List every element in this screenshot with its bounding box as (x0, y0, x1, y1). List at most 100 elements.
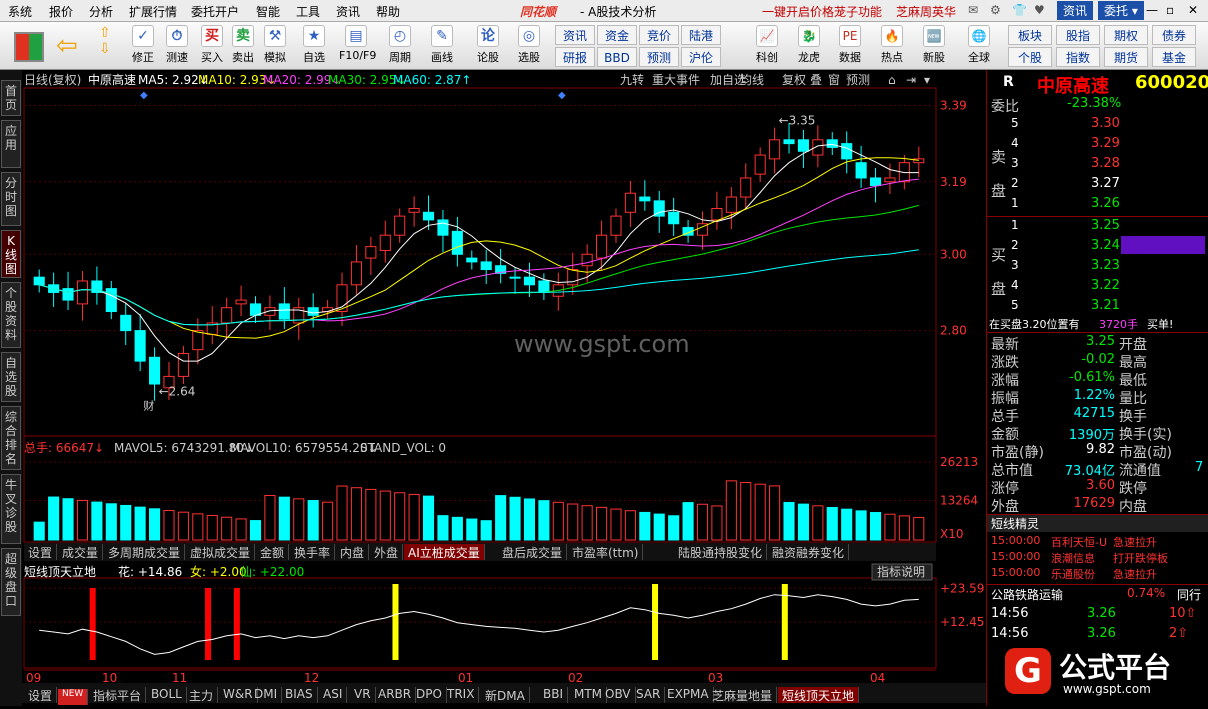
bottom-tab-18[interactable]: EXPMA (663, 687, 714, 703)
layout-grid-icon[interactable] (14, 32, 44, 62)
bottom-tab-7[interactable]: BIAS (281, 687, 318, 703)
toolbar-button-5[interactable]: ★ 自选 (297, 24, 331, 68)
toolbar-button-8[interactable]: ✎ 画线 (425, 24, 459, 68)
left-tab-0[interactable]: 首 页 (1, 80, 21, 116)
volume-tab-6[interactable]: 内盘 (336, 544, 370, 560)
volume-tab-1[interactable]: 成交量 (58, 544, 104, 560)
promo-link-a[interactable]: 一键开启价格茏子功能 (762, 3, 882, 20)
menu-item-4[interactable]: 委托开户 (191, 3, 239, 20)
kline-button-4[interactable]: 复权 (782, 73, 806, 87)
volume-tab-4[interactable]: 金额 (256, 544, 290, 560)
toolbar-small-4[interactable]: 研报 (555, 47, 595, 67)
toolbar-right-2[interactable]: 期权 (1104, 25, 1148, 45)
event-marker-icon[interactable]: ◆ (140, 90, 148, 101)
bottom-tab-4[interactable]: 主力 (185, 687, 219, 703)
bid-price-1[interactable]: 3.25 (1091, 218, 1120, 233)
bottom-tab-9[interactable]: VR (350, 687, 376, 703)
toolbar-button-0[interactable]: ✓ 修正 (126, 24, 160, 68)
bottom-tab-13[interactable]: 新DMA (481, 687, 530, 703)
up-down-arrows-icon[interactable]: ⇧ (99, 26, 111, 40)
jingling-stock-1[interactable]: 浪潮信息 (1051, 550, 1095, 566)
volume-tab-3[interactable]: 虚拟成交量 (186, 544, 256, 560)
bottom-tab-10[interactable]: ARBR (374, 687, 417, 703)
left-tab-7[interactable]: 牛 叉 诊 股 (1, 474, 21, 544)
kline-button-1[interactable]: 重大事件 (652, 73, 700, 87)
trade-button[interactable]: 委托 ▾ (1098, 1, 1144, 20)
back-arrow-icon[interactable]: ⇦ (56, 32, 84, 60)
kline-button-6[interactable]: 窗 (828, 73, 840, 87)
bottom-tab-8[interactable]: ASI (319, 687, 348, 703)
left-tab-1[interactable]: 应 用 (1, 120, 21, 168)
toolbar-button-3[interactable]: 卖卖出 (226, 24, 260, 68)
promo-link-b[interactable]: 芝麻周英华 (896, 3, 956, 20)
bid-price-3[interactable]: 3.23 (1091, 258, 1120, 273)
volume-tab-5[interactable]: 换手率 (290, 544, 336, 560)
volume-tab-2[interactable]: 多周期成交量 (104, 544, 186, 560)
kline-button-7[interactable]: 预测 (846, 73, 870, 87)
toolbar-right-1[interactable]: 股指 (1056, 25, 1100, 45)
toolbar-button-4[interactable]: ⚒ 模拟 (258, 24, 292, 68)
toolbar-right-0[interactable]: 板块 (1008, 25, 1052, 45)
kline-button-0[interactable]: 九转 (620, 72, 644, 87)
volume-tab-12[interactable]: 融资融券变化 (768, 544, 850, 560)
bottom-tab-2[interactable]: 指标平台 (89, 687, 147, 703)
bottom-tab-19[interactable]: 芝麻量地量 (708, 687, 778, 703)
bottom-tab-0[interactable]: 设置 (24, 687, 58, 703)
toolbar2-button-4[interactable]: 🆕 新股 (917, 24, 951, 68)
mail-icon[interactable]: ✉ (968, 3, 978, 17)
left-tab-4[interactable]: 个 股 资 料 (1, 282, 21, 348)
jingling-stock-2[interactable]: 乐通股份 (1051, 566, 1095, 582)
toolbar-right-4[interactable]: 个股 (1008, 47, 1052, 67)
bottom-tab-16[interactable]: OBV (601, 687, 636, 703)
event-marker-icon[interactable]: ◆ (558, 90, 566, 101)
toolbar-right-5[interactable]: 指数 (1056, 47, 1100, 67)
close-icon[interactable]: ✕ (1188, 3, 1198, 17)
kline-button-3[interactable]: 均线 (740, 73, 764, 87)
toolbar-right-7[interactable]: 基金 (1152, 47, 1196, 67)
toolbar-right-6[interactable]: 期货 (1104, 47, 1148, 67)
menu-item-7[interactable]: 资讯 (336, 3, 360, 20)
sector-same[interactable]: 同行 (1177, 586, 1201, 603)
left-tab-8[interactable]: 超 级 盘 口 (1, 548, 21, 616)
ask-price-3[interactable]: 3.28 (1091, 156, 1120, 171)
menu-item-5[interactable]: 智能 (256, 3, 280, 20)
kline-button-5[interactable]: 叠 (810, 73, 822, 87)
left-tab-5[interactable]: 自 选 股 (1, 352, 21, 402)
toolbar-small-2[interactable]: 竞价 (639, 25, 679, 45)
bottom-tab-12[interactable]: TRIX (443, 687, 480, 703)
volume-tab-7[interactable]: 外盘 (370, 544, 404, 560)
menu-item-1[interactable]: 报价 (49, 3, 73, 20)
left-tab-3[interactable]: K 线 图 (1, 230, 21, 278)
ask-price-5[interactable]: 3.30 (1091, 116, 1120, 131)
pin-icon[interactable]: ⇥ (906, 73, 916, 87)
jingling-title[interactable]: 短线精灵 (987, 514, 1208, 532)
toolbar-small-7[interactable]: 沪伦 (681, 47, 721, 67)
bottom-tab-20[interactable]: 短线顶天立地 (778, 687, 860, 703)
volume-tab-10[interactable]: 市盈率(ttm) (568, 544, 644, 560)
bid-price-5[interactable]: 3.21 (1091, 298, 1120, 313)
toolbar-button-9[interactable]: 论论股 (471, 24, 505, 68)
bottom-tab-3[interactable]: BOLL (147, 687, 187, 703)
toolbar-button-10[interactable]: ◎ 选股 (512, 24, 546, 68)
favorite-icon[interactable]: ♥ (1034, 3, 1045, 17)
down-arrow-icon[interactable]: ⇩ (99, 42, 111, 56)
menu-item-0[interactable]: 系统 (8, 3, 32, 20)
volume-tab-9[interactable]: 盘后成交量 (498, 544, 568, 560)
menu-item-8[interactable]: 帮助 (376, 3, 400, 20)
toolbar2-button-2[interactable]: PE 数据 (833, 24, 867, 68)
ask-price-4[interactable]: 3.29 (1091, 136, 1120, 151)
toolbar2-button-0[interactable]: 📈 科创 (750, 24, 784, 68)
minimize-icon[interactable]: — (1146, 3, 1158, 17)
toolbar-small-0[interactable]: 资讯 (555, 25, 595, 45)
toolbar-button-1[interactable]: ⏱ 测速 (160, 24, 194, 68)
skin-icon[interactable]: 👕 (1012, 3, 1027, 17)
toolbar-small-1[interactable]: 资金 (597, 25, 637, 45)
dropdown-icon[interactable]: ▾ (924, 73, 930, 87)
toolbar-button-2[interactable]: 买买入 (195, 24, 229, 68)
bid-price-2[interactable]: 3.24 (1091, 238, 1120, 253)
menu-item-2[interactable]: 分析 (89, 3, 113, 20)
left-tab-2[interactable]: 分 时 图 (1, 172, 21, 226)
settings-icon[interactable]: ⚙ (990, 3, 1001, 17)
bottom-tab-14[interactable]: BBI (539, 687, 569, 703)
volume-tab-0[interactable]: 设置 (24, 544, 58, 560)
